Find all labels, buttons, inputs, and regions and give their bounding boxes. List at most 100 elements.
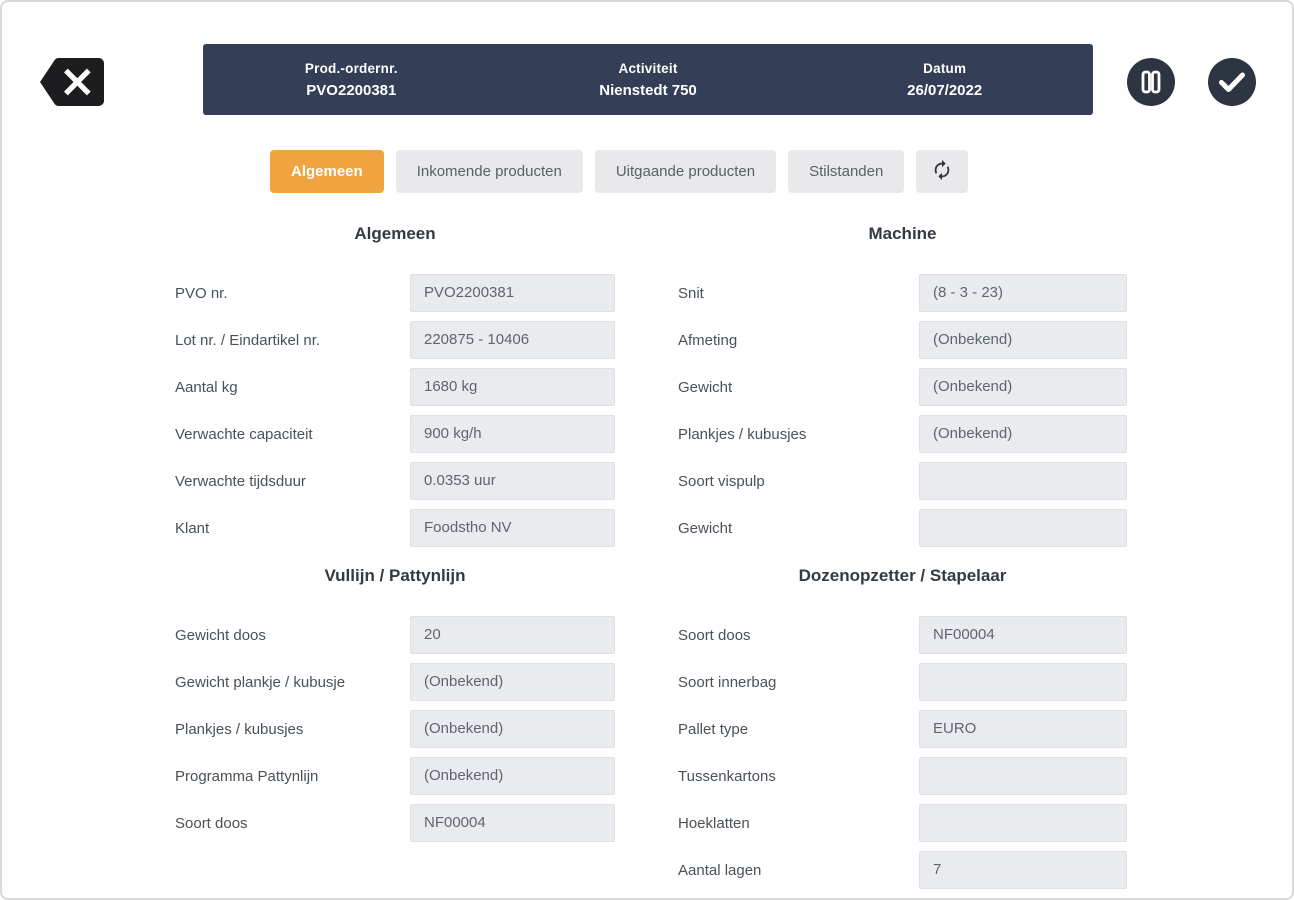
- date-value: 26/07/2022: [907, 81, 983, 99]
- refresh-button[interactable]: [916, 150, 969, 193]
- field-label: Verwachte tijdsduur: [175, 472, 306, 490]
- field-label: Gewicht: [678, 378, 733, 396]
- field-row: Soort doos NF00004: [678, 616, 1127, 654]
- field-row: Gewicht doos 20: [175, 616, 615, 654]
- field-value-box[interactable]: NF00004: [919, 616, 1127, 654]
- field-row: Tussenkartons: [678, 757, 1127, 795]
- activity-label: Activiteit: [618, 60, 678, 76]
- section-machine-title: Machine: [868, 224, 937, 243]
- field-label: Soort doos: [175, 814, 248, 832]
- field-row: Aantal lagen 7: [678, 851, 1127, 889]
- section-algemeen-title: Algemeen: [354, 224, 436, 243]
- field-value-box[interactable]: PVO2200381: [410, 274, 615, 312]
- field-row: Verwachte capaciteit 900 kg/h: [175, 415, 615, 453]
- field-value-box[interactable]: [919, 509, 1127, 547]
- activity-column: Activiteit Nienstedt 750: [500, 61, 797, 99]
- field-value-box[interactable]: Foodstho NV: [410, 509, 615, 547]
- field-value-box[interactable]: 900 kg/h: [410, 415, 615, 453]
- order-number-value: PVO2200381: [306, 81, 397, 99]
- field-row: Pallet type EURO: [678, 710, 1127, 748]
- field-value-box[interactable]: (Onbekend): [919, 368, 1127, 406]
- field-label: Pallet type: [678, 720, 749, 738]
- field-value-box[interactable]: (Onbekend): [919, 415, 1127, 453]
- field-value-box[interactable]: (Onbekend): [410, 757, 615, 795]
- field-row: Snit (8 - 3 - 23): [678, 274, 1127, 312]
- field-value-box[interactable]: (Onbekend): [410, 710, 615, 748]
- close-button[interactable]: [40, 58, 104, 106]
- field-label: Programma Pattynlijn: [175, 767, 319, 785]
- field-row: Hoeklatten: [678, 804, 1127, 842]
- sync-icon: [931, 159, 953, 184]
- field-value-box[interactable]: 220875 - 10406: [410, 321, 615, 359]
- field-label: Aantal kg: [175, 378, 238, 396]
- field-value-box[interactable]: [919, 663, 1127, 701]
- confirm-button[interactable]: [1208, 58, 1256, 106]
- field-row: Afmeting (Onbekend): [678, 321, 1127, 359]
- field-value-box[interactable]: [919, 804, 1127, 842]
- field-value-box[interactable]: [919, 462, 1127, 500]
- field-value-box[interactable]: 1680 kg: [410, 368, 615, 406]
- tab-bar: Algemeen Inkomende producten Uitgaande p…: [270, 150, 969, 193]
- field-label: Plankjes / kubusjes: [678, 425, 807, 443]
- field-label: Snit: [678, 284, 704, 302]
- field-value-box[interactable]: 20: [410, 616, 615, 654]
- tab-label: Stilstanden: [809, 163, 884, 180]
- pause-button[interactable]: [1127, 58, 1175, 106]
- field-value-box[interactable]: NF00004: [410, 804, 615, 842]
- field-label: Soort doos: [678, 626, 751, 644]
- field-label: Tussenkartons: [678, 767, 776, 785]
- tab-label: Algemeen: [291, 163, 363, 180]
- order-number-column: Prod.-ordernr. PVO2200381: [203, 61, 500, 99]
- field-row: Lot nr. / Eindartikel nr. 220875 - 10406: [175, 321, 615, 359]
- field-label: Gewicht doos: [175, 626, 266, 644]
- tab-stilstanden[interactable]: Stilstanden: [788, 150, 905, 193]
- field-row: Soort innerbag: [678, 663, 1127, 701]
- section-dozenopzetter-title: Dozenopzetter / Stapelaar: [798, 566, 1007, 585]
- order-number-label: Prod.-ordernr.: [304, 60, 398, 76]
- field-value-box[interactable]: (Onbekend): [919, 321, 1127, 359]
- field-row: Soort doos NF00004: [175, 804, 615, 842]
- backspace-x-icon: [40, 58, 104, 109]
- field-row: Aantal kg 1680 kg: [175, 368, 615, 406]
- field-label: Klant: [175, 519, 210, 537]
- field-label: Gewicht: [678, 519, 733, 537]
- section-vullijn-title: Vullijn / Pattynlijn: [324, 566, 466, 585]
- field-value-box[interactable]: 0.0353 uur: [410, 462, 615, 500]
- field-label: Gewicht plankje / kubusje: [175, 673, 346, 691]
- field-label: Plankjes / kubusjes: [175, 720, 304, 738]
- field-value-box[interactable]: (8 - 3 - 23): [919, 274, 1127, 312]
- pause-circle-icon: [1127, 58, 1175, 109]
- field-row: Gewicht (Onbekend): [678, 368, 1127, 406]
- section-vullijn: Vullijn / Pattynlijn Gewicht doos 20 Gew…: [175, 564, 615, 851]
- tab-uitgaande-producten[interactable]: Uitgaande producten: [594, 150, 777, 193]
- field-value-box[interactable]: 7: [919, 851, 1127, 889]
- field-label: Verwachte capaciteit: [175, 425, 313, 443]
- field-label: Soort vispulp: [678, 472, 765, 490]
- field-label: Soort innerbag: [678, 673, 777, 691]
- tab-inkomende-producten[interactable]: Inkomende producten: [395, 150, 583, 193]
- tab-algemeen[interactable]: Algemeen: [270, 150, 384, 193]
- field-label: Lot nr. / Eindartikel nr.: [175, 331, 321, 349]
- date-label: Datum: [923, 60, 967, 76]
- field-row: Programma Pattynlijn (Onbekend): [175, 757, 615, 795]
- section-algemeen: Algemeen PVO nr. PVO2200381 Lot nr. / Ei…: [175, 222, 615, 556]
- field-row: Gewicht plankje / kubusje (Onbekend): [175, 663, 615, 701]
- section-machine: Machine Snit (8 - 3 - 23) Afmeting (Onbe…: [678, 222, 1127, 556]
- tab-label: Inkomende producten: [416, 163, 562, 180]
- production-order-page: Prod.-ordernr. PVO2200381 Activiteit Nie…: [0, 0, 1294, 900]
- date-column: Datum 26/07/2022: [796, 61, 1093, 99]
- field-label: Afmeting: [678, 331, 738, 349]
- field-value-box[interactable]: EURO: [919, 710, 1127, 748]
- field-label: Hoeklatten: [678, 814, 750, 832]
- order-header-bar: Prod.-ordernr. PVO2200381 Activiteit Nie…: [203, 44, 1093, 115]
- field-label: PVO nr.: [175, 284, 228, 302]
- field-row: Verwachte tijdsduur 0.0353 uur: [175, 462, 615, 500]
- activity-value: Nienstedt 750: [599, 81, 697, 99]
- field-row: Soort vispulp: [678, 462, 1127, 500]
- field-value-box[interactable]: [919, 757, 1127, 795]
- field-row: Plankjes / kubusjes (Onbekend): [175, 710, 615, 748]
- field-row: Plankjes / kubusjes (Onbekend): [678, 415, 1127, 453]
- field-value-box[interactable]: (Onbekend): [410, 663, 615, 701]
- check-circle-icon: [1208, 58, 1256, 109]
- field-row: Gewicht: [678, 509, 1127, 547]
